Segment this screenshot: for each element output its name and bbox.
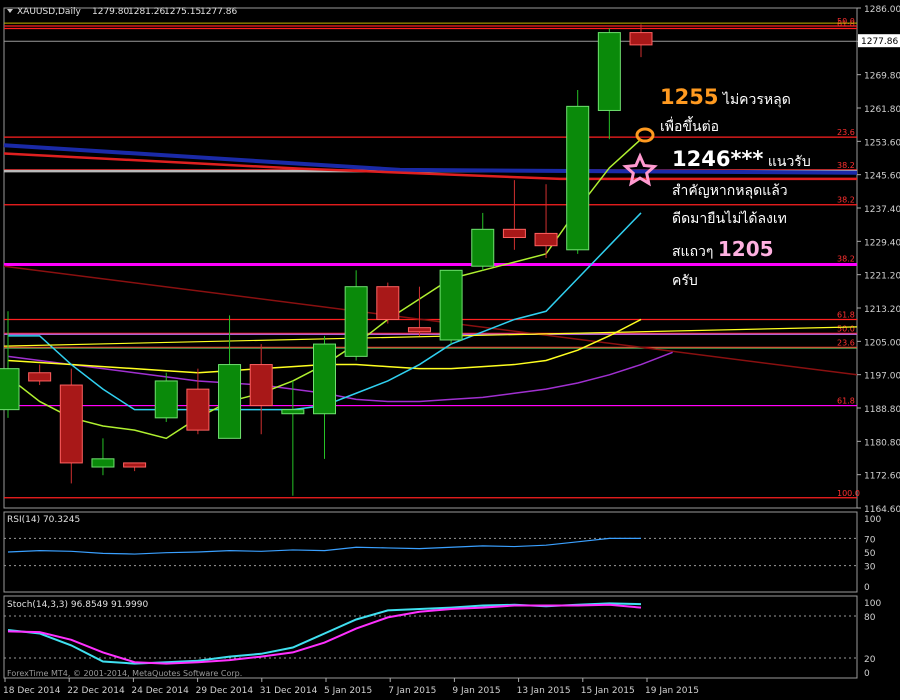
candle[interactable] [566, 89, 590, 254]
fib-level-label: 38.2 [837, 196, 855, 205]
date-tick-label: 22 Dec 2014 [67, 686, 125, 696]
price-tick-label: 1205.00 [864, 338, 900, 348]
price-tick-label: 1253.60 [864, 138, 900, 148]
price-tick-label: 1213.20 [864, 305, 900, 315]
price-tick-label: 1286.00 [864, 5, 900, 15]
price-tick-label: 1164.60 [864, 505, 900, 515]
chart-annotation: เพื่อขึ้นต่อ [660, 116, 719, 135]
annotation-text: สแถวๆ [672, 244, 718, 260]
fib-level-label: 61.8 [837, 397, 855, 406]
rsi-panel [3, 511, 858, 593]
fib-level-label: 38.2 [837, 255, 855, 264]
price-tick-label: 1237.40 [864, 205, 900, 215]
date-tick-label: 31 Dec 2014 [260, 686, 318, 696]
date-tick-label: 24 Dec 2014 [131, 686, 189, 696]
annotation-text: แนวรับ [763, 154, 810, 170]
date-tick-label: 13 Jan 2015 [517, 686, 571, 696]
price-tick-label: 1180.80 [864, 438, 900, 448]
date-tick-label: 5 Jan 2015 [324, 686, 372, 696]
date-tick-label: 15 Jan 2015 [581, 686, 635, 696]
price-tick-label: 1197.00 [864, 372, 900, 382]
chart-annotation: ดีดมายืนไม่ได้ลงเท [672, 210, 787, 227]
annotation-text: ดีดมายืนไม่ได้ลงเท [672, 210, 787, 227]
fib-level-label: 61.8 [837, 19, 855, 28]
annotation-price: 1246*** [672, 147, 763, 171]
annotation-text: ครับ [672, 273, 698, 289]
fib-level-label: 50.0 [837, 324, 855, 333]
fib-level-label: 23.6 [837, 128, 855, 137]
stochastic-title: Stoch(14,3,3) 96.8549 91.9990 [7, 600, 148, 610]
annotation-price: 1205 [718, 237, 774, 261]
rsi-tick-label: 50 [864, 549, 876, 559]
price-tick-label: 1188.80 [864, 405, 900, 415]
price-tick-label: 1172.60 [864, 472, 900, 482]
chart-title: XAUUSD,Daily [17, 7, 81, 17]
price-tick-label: 1269.80 [864, 72, 900, 82]
fib-level-label: 61.8 [837, 310, 855, 319]
ohlc-readout: 1277.86 [200, 7, 237, 17]
stochastic-tick-label: 0 [864, 669, 870, 679]
price-tick-label: 1245.60 [864, 172, 900, 182]
stochastic-tick-label: 20 [864, 655, 876, 665]
stochastic-tick-label: 100 [864, 599, 881, 609]
rsi-tick-label: 100 [864, 515, 881, 525]
date-tick-label: 19 Jan 2015 [645, 686, 699, 696]
candle[interactable] [439, 269, 463, 345]
date-tick-label: 9 Jan 2015 [452, 686, 500, 696]
last-price-label: 1277.86 [861, 37, 898, 47]
rsi-tick-label: 0 [864, 583, 870, 593]
chart-annotation: สำคัญหากหลุดแล้ว [672, 183, 788, 199]
annotation-price: 1255 [660, 85, 718, 109]
ohlc-readout: 1281.26 [128, 7, 165, 17]
annotation-text: ไม่ควรหลุด [718, 91, 790, 108]
price-tick-label: 1261.80 [864, 105, 900, 115]
candle[interactable] [376, 282, 400, 324]
fib-level-label: 23.6 [837, 338, 855, 347]
chart-annotation: ครับ [672, 273, 698, 289]
ohlc-readout: 1275.15 [164, 7, 201, 17]
price-tick-label: 1221.20 [864, 272, 900, 282]
date-tick-label: 18 Dec 2014 [3, 686, 61, 696]
copyright-footer: ForexTime MT4, © 2001-2014, MetaQuotes S… [7, 669, 242, 678]
fib-level-label: 38.2 [837, 161, 855, 170]
annotation-text: เพื่อขึ้นต่อ [660, 116, 719, 135]
chart-canvas: 1286.001277.801269.801261.801253.601245.… [0, 5, 900, 696]
chart-window: 1286.001277.801269.801261.801253.601245.… [0, 0, 900, 700]
date-tick-label: 7 Jan 2015 [388, 686, 436, 696]
date-tick-label: 29 Dec 2014 [196, 686, 254, 696]
stochastic-tick-label: 80 [864, 613, 876, 623]
ohlc-readout: 1279.80 [92, 7, 129, 17]
rsi-tick-label: 70 [864, 535, 876, 545]
rsi-title: RSI(14) 70.3245 [7, 515, 80, 525]
rsi-tick-label: 30 [864, 563, 876, 573]
fib-level-label: 100.0 [837, 489, 860, 498]
price-tick-label: 1229.40 [864, 238, 900, 248]
annotation-text: สำคัญหากหลุดแล้ว [672, 183, 788, 199]
